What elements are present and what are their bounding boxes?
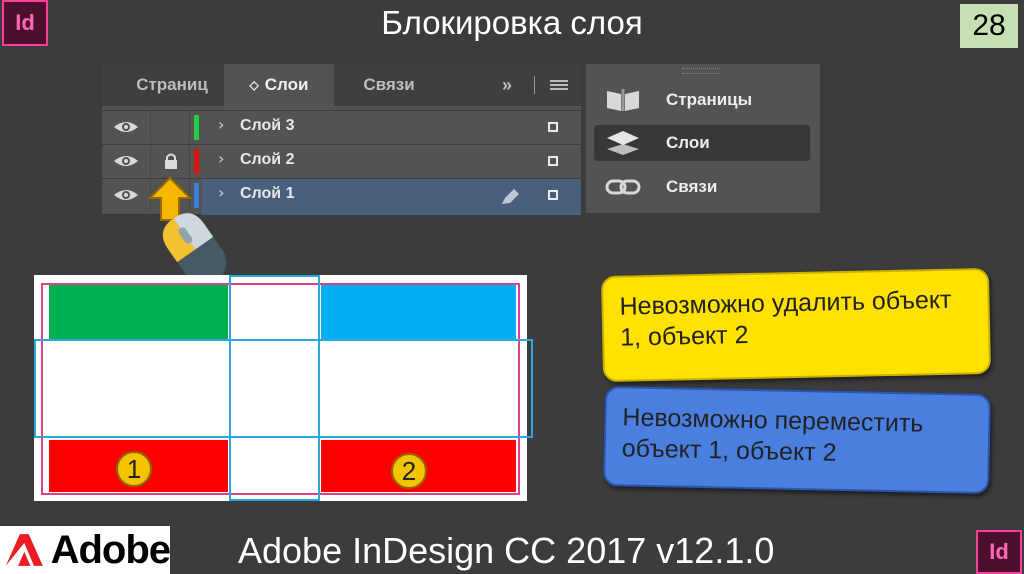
visibility-eye-icon[interactable] [112, 185, 140, 205]
chevron-right-icon[interactable]: › [218, 149, 224, 168]
layer-row-2[interactable]: › Слой 2 [102, 144, 581, 177]
object-label-1: 1 [116, 451, 152, 487]
lock-icon [165, 153, 177, 169]
callout-text: Невозможно удалить объект 1, объект 2 [619, 285, 952, 352]
adobe-logo: Adobe [0, 526, 171, 574]
indesign-badge-bottom: Id [976, 530, 1022, 574]
expand-panels-button[interactable]: » [492, 64, 522, 106]
tab-pages-label: Страниц [136, 75, 208, 94]
tab-layers[interactable]: ◇ Слои [224, 64, 334, 106]
callout-cannot-move: Невозможно переместить объект 1, объект … [602, 385, 992, 495]
select-square-icon[interactable] [548, 190, 558, 200]
layers-icon [602, 130, 644, 156]
select-square-icon[interactable] [548, 156, 558, 166]
side-panel: Страницы Слои Связи [586, 64, 820, 213]
callout-cannot-delete: Невозможно удалить объект 1, объект 2 [600, 267, 992, 383]
guide-frame-horizontal [34, 339, 533, 438]
layer-name: Слой 1 [240, 185, 295, 202]
object-number: 1 [126, 453, 142, 484]
adobe-a-icon [5, 534, 43, 566]
visibility-eye-icon[interactable] [112, 117, 140, 137]
side-item-label: Слои [666, 133, 710, 152]
callout-text: Невозможно переместить объект 1, объект … [621, 403, 924, 467]
visibility-eye-icon[interactable] [112, 151, 140, 171]
side-item-label: Связи [666, 177, 718, 196]
side-item-label: Страницы [666, 90, 753, 109]
panel-menu-icon[interactable] [550, 80, 568, 90]
cyan-rectangle[interactable] [321, 285, 516, 340]
slide-title: Блокировка слоя [381, 4, 643, 41]
select-square-icon[interactable] [548, 122, 558, 132]
tab-links-label: Связи [363, 75, 415, 94]
object-number: 2 [401, 455, 417, 486]
layer-name: Слой 2 [240, 151, 295, 168]
page-number: 28 [960, 4, 1018, 48]
layer-color-swatch [194, 149, 199, 174]
adobe-wordmark: Adobe [50, 527, 171, 572]
footer-version-text: Adobe InDesign CC 2017 v12.1.0 [238, 530, 775, 571]
chevron-right-icon[interactable]: › [218, 115, 224, 134]
divider [534, 76, 535, 94]
lock-toggle[interactable] [150, 111, 190, 143]
tab-pages[interactable]: Страниц [120, 64, 224, 106]
object-label-2: 2 [391, 453, 427, 489]
tab-layers-label: Слои [264, 75, 309, 94]
layer-row-3[interactable]: › Слой 3 [102, 110, 581, 143]
tab-links[interactable]: Связи [334, 64, 444, 106]
green-rectangle[interactable] [49, 285, 228, 340]
side-item-pages[interactable]: Страницы [594, 82, 810, 118]
double-chevron-icon: » [501, 74, 512, 95]
chevron-updown-icon: ◇ [249, 78, 259, 92]
pages-icon [602, 87, 644, 113]
side-item-layers[interactable]: Слои [594, 125, 810, 161]
layer-name: Слой 3 [240, 117, 295, 134]
panel-tab-bar: Страниц ◇ Слои Связи » [102, 64, 581, 106]
lock-toggle[interactable] [150, 145, 190, 177]
layer-color-swatch [194, 115, 199, 140]
grip-handle[interactable] [682, 68, 720, 74]
pen-icon [502, 189, 519, 204]
links-icon [602, 174, 644, 200]
side-item-links[interactable]: Связи [594, 169, 810, 205]
